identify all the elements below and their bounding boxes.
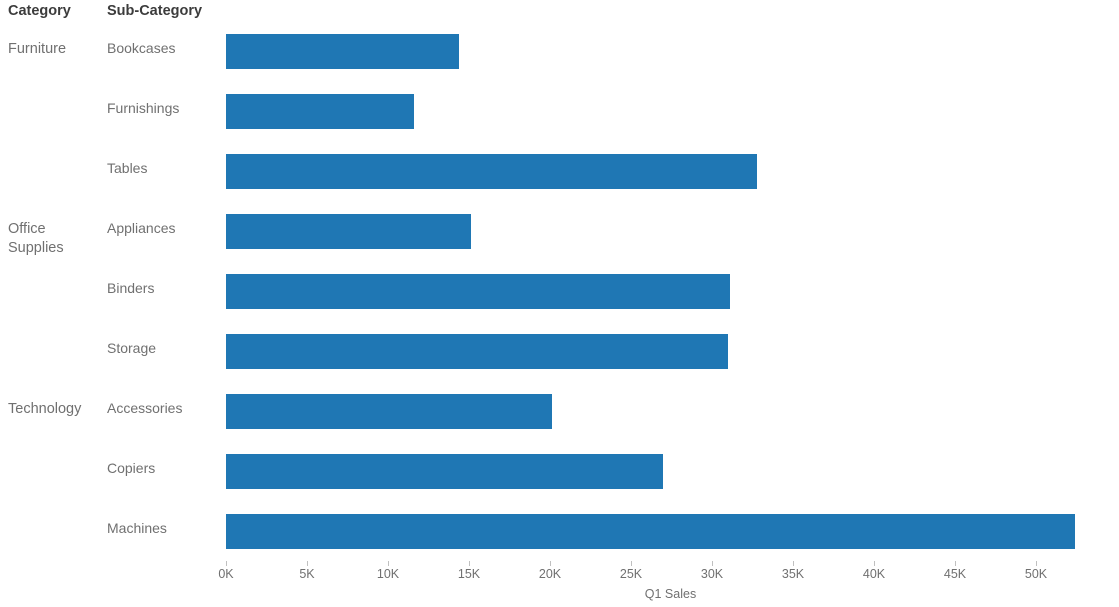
chart-row: Machines <box>0 506 1119 566</box>
x-axis-tick <box>307 561 308 566</box>
bar-track <box>226 454 1106 489</box>
sub-category-label[interactable]: Appliances <box>107 220 219 236</box>
chart-row: Binders <box>0 266 1119 326</box>
x-axis-title-text: Q1 Sales <box>644 587 697 601</box>
chart-row: Copiers <box>0 446 1119 506</box>
x-axis-tick-label: 20K <box>538 567 562 581</box>
sub-category-label[interactable]: Machines <box>107 520 219 536</box>
bar-track <box>226 394 1106 429</box>
chart-row: Storage <box>0 326 1119 386</box>
column-header-sub-category[interactable]: Sub-Category <box>107 3 202 19</box>
sub-category-label[interactable]: Binders <box>107 280 219 296</box>
x-axis-tick <box>550 561 551 566</box>
x-axis-title: Q1 Sales <box>0 587 1119 601</box>
x-axis-tick <box>631 561 632 566</box>
category-label[interactable]: Office Supplies <box>8 220 100 258</box>
x-axis-tick <box>1036 561 1037 566</box>
sub-category-label[interactable]: Tables <box>107 160 219 176</box>
x-axis-tick <box>469 561 470 566</box>
chart-row: Furniture Bookcases <box>0 26 1119 86</box>
x-axis-tick-label: 25K <box>619 567 643 581</box>
x-axis-tick-label: 35K <box>781 567 805 581</box>
bar-track <box>226 94 1106 129</box>
chart-row: Tables <box>0 146 1119 206</box>
chart-row: Office Supplies Appliances <box>0 206 1119 266</box>
x-axis-tick-label: 0K <box>218 567 234 581</box>
sub-category-label[interactable]: Bookcases <box>107 40 219 56</box>
bar-track <box>226 214 1106 249</box>
x-axis: 0K 5K 10K 15K 20K 25K 30K 35K 40K 45K 50K Q1 Sales <box>0 561 1119 607</box>
bar[interactable] <box>226 274 730 309</box>
x-axis-tick-label: 45K <box>943 567 967 581</box>
bar-track <box>226 34 1106 69</box>
bar[interactable] <box>226 154 758 189</box>
x-axis-tick <box>874 561 875 566</box>
chart-row: Technology Accessories <box>0 386 1119 446</box>
bar-track <box>226 334 1106 369</box>
column-header-row: Category Sub-Category <box>0 0 1119 26</box>
x-axis-tick-label: 10K <box>376 567 400 581</box>
x-axis-tick-label: 5K <box>299 567 315 581</box>
x-axis-tick <box>388 561 389 566</box>
bar[interactable] <box>226 514 1075 549</box>
bar[interactable] <box>226 334 729 369</box>
bar[interactable] <box>226 34 460 69</box>
category-label[interactable]: Technology <box>8 400 100 419</box>
sub-category-label[interactable]: Furnishings <box>107 100 219 116</box>
x-axis-tick-label: 30K <box>700 567 724 581</box>
x-axis-tick <box>226 561 227 566</box>
chart-row: Furnishings <box>0 86 1119 146</box>
bar-track <box>226 154 1106 189</box>
column-header-category[interactable]: Category <box>8 3 71 19</box>
chart-plot-area: Furniture Bookcases Furnishings Tables Offic… <box>0 26 1119 561</box>
x-axis-tick <box>955 561 956 566</box>
x-axis-tick-label: 15K <box>457 567 481 581</box>
bar[interactable] <box>226 454 664 489</box>
bar-track <box>226 514 1106 549</box>
x-axis-tick-label: 50K <box>1024 567 1048 581</box>
sub-category-label[interactable]: Copiers <box>107 460 219 476</box>
x-axis-tick-label: 40K <box>862 567 886 581</box>
x-axis-tick <box>712 561 713 566</box>
sub-category-label[interactable]: Storage <box>107 340 219 356</box>
bar[interactable] <box>226 214 471 249</box>
category-label[interactable]: Furniture <box>8 40 100 59</box>
x-axis-tick <box>793 561 794 566</box>
bar[interactable] <box>226 394 552 429</box>
bar-track <box>226 274 1106 309</box>
bar[interactable] <box>226 94 414 129</box>
sub-category-label[interactable]: Accessories <box>107 400 219 416</box>
